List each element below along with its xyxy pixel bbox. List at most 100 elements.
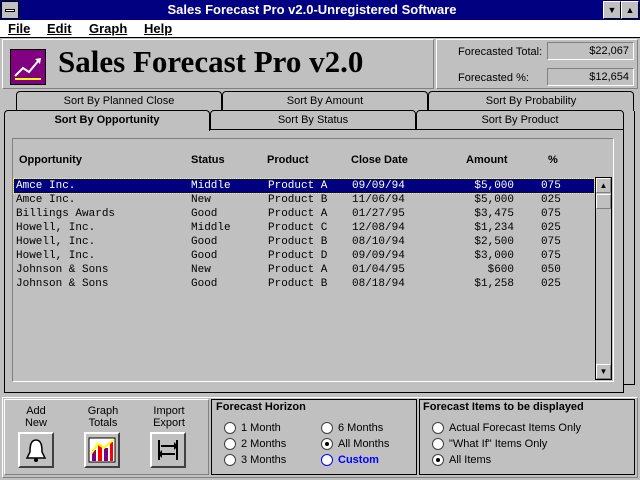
forecast-horizon-title: Forecast Horizon (216, 401, 306, 413)
table-cell: 025 (541, 222, 561, 234)
minimize-button[interactable]: ▼ (603, 1, 621, 19)
menu-help[interactable]: Help (144, 20, 172, 38)
menu-edit[interactable]: Edit (47, 20, 72, 38)
items-all-items-radio[interactable]: All Items (432, 453, 622, 467)
radio-indicator (224, 438, 236, 450)
import-export-label: Import Export (153, 405, 185, 429)
table-cell: Howell, Inc. (16, 250, 96, 262)
table-cell: 025 (541, 194, 561, 206)
radio-indicator-selected (321, 438, 333, 450)
table-cell: $5,000 (474, 180, 514, 192)
table-cell: 075 (541, 180, 561, 192)
table-cell: Amce Inc. (16, 194, 76, 206)
table-row[interactable]: Howell, Inc. Good Product B 08/10/94 $2,500 0… (14, 235, 594, 249)
table-cell: Billings Awards (16, 208, 116, 220)
title-bar: Sales Forecast Pro v2.0-Unregistered Sof… (0, 0, 640, 20)
items-what-if-only-radio[interactable]: "What If" Items Only (432, 437, 622, 451)
tab-sort-by-product[interactable]: Sort By Product (416, 110, 624, 130)
table-cell: 050 (541, 264, 561, 276)
graph-totals-button[interactable] (84, 432, 120, 468)
table-cell: Middle (191, 222, 231, 234)
table-cell: Good (191, 250, 218, 262)
scroll-up-button[interactable]: ▲ (596, 178, 611, 193)
table-cell: Good (191, 236, 218, 248)
tab-sort-by-status[interactable]: Sort By Status (210, 110, 416, 130)
col-header-product[interactable]: Product (267, 154, 309, 166)
table-cell: $5,000 (474, 194, 514, 206)
col-header-opportunity[interactable]: Opportunity (19, 154, 82, 166)
table-row[interactable]: Billings Awards Good Product A 01/27/95 $3,4… (14, 207, 594, 221)
table-cell: 075 (541, 250, 561, 262)
table-cell: 09/09/94 (352, 250, 405, 262)
forecasted-pct-value: $12,654 (547, 68, 634, 86)
table-row[interactable]: Johnson & Sons Good Product B 08/18/94 $1,25… (14, 277, 594, 291)
table-cell: 075 (541, 208, 561, 220)
table-cell: $2,500 (474, 236, 514, 248)
table-cell: 08/10/94 (352, 236, 405, 248)
table-row[interactable]: Johnson & Sons New Product A 01/04/95 $600 05… (14, 263, 594, 277)
radio-indicator (432, 438, 444, 450)
col-header-amount[interactable]: Amount (466, 154, 508, 166)
radio-indicator (432, 422, 444, 434)
table-cell: $600 (487, 264, 514, 276)
opportunity-list[interactable]: Amce Inc. Middle Product A 09/09/94 $5,000 07… (13, 177, 595, 380)
table-cell: Product D (268, 250, 328, 262)
horizon-6-months-radio[interactable]: 6 Months (321, 421, 411, 435)
table-cell: 075 (541, 236, 561, 248)
radio-indicator-selected (432, 454, 444, 466)
items-actual-only-radio[interactable]: Actual Forecast Items Only (432, 421, 622, 435)
tab-sort-by-amount[interactable]: Sort By Amount (222, 91, 428, 111)
horizon-2-months-radio[interactable]: 2 Months (224, 437, 314, 451)
horizon-all-months-radio[interactable]: All Months (321, 437, 411, 451)
back-tab-edge (624, 111, 635, 385)
app-logo-icon (10, 49, 46, 85)
table-cell: $3,475 (474, 208, 514, 220)
table-cell: New (191, 264, 211, 276)
import-export-arrows-icon (158, 440, 178, 460)
table-cell: Product B (268, 278, 328, 290)
app-title: Sales Forecast Pro v2.0 (58, 44, 364, 79)
radio-indicator (321, 422, 333, 434)
table-cell: 01/04/95 (352, 264, 405, 276)
col-header-percent[interactable]: % (548, 154, 558, 166)
horizon-1-month-radio[interactable]: 1 Month (224, 421, 314, 435)
col-header-status[interactable]: Status (191, 154, 225, 166)
list-scrollbar[interactable]: ▲ ▼ (595, 177, 612, 380)
tab-sort-by-planned-close[interactable]: Sort By Planned Close (16, 91, 222, 111)
table-row[interactable]: Amce Inc. New Product B 11/06/94 $5,000 025 (14, 193, 594, 207)
add-new-button[interactable] (18, 432, 54, 468)
table-cell: $3,000 (474, 250, 514, 262)
menu-graph[interactable]: Graph (89, 20, 127, 38)
table-cell: 01/27/95 (352, 208, 405, 220)
system-menu-button[interactable] (1, 1, 19, 19)
table-row[interactable]: Howell, Inc. Middle Product C 12/08/94 $1,23… (14, 221, 594, 235)
table-cell: Amce Inc. (16, 180, 76, 192)
scroll-down-button[interactable]: ▼ (596, 364, 611, 379)
table-cell: 025 (541, 278, 561, 290)
maximize-button[interactable]: ▲ (621, 1, 639, 19)
table-row[interactable]: Amce Inc. Middle Product A 09/09/94 $5,000 07… (13, 178, 595, 194)
import-export-button[interactable] (150, 432, 186, 468)
bar-chart-icon (88, 437, 116, 463)
forecasted-total-value: $22,067 (547, 42, 634, 60)
table-cell: Good (191, 278, 218, 290)
table-cell: Johnson & Sons (16, 278, 109, 290)
add-new-label: Add New (24, 405, 47, 429)
forecast-items-title: Forecast Items to be displayed (423, 401, 584, 413)
menu-file[interactable]: File (8, 20, 30, 38)
table-cell: Product C (268, 222, 328, 234)
horizon-3-months-radio[interactable]: 3 Months (224, 453, 314, 467)
table-cell: Middle (191, 180, 231, 192)
col-header-close-date[interactable]: Close Date (351, 154, 408, 166)
table-cell: $1,258 (474, 278, 514, 290)
tab-sort-by-probability[interactable]: Sort By Probability (428, 91, 634, 111)
table-cell: Product B (268, 236, 328, 248)
table-cell: Product A (268, 180, 328, 192)
horizon-custom-radio[interactable]: Custom (321, 453, 411, 467)
table-cell: 12/08/94 (352, 222, 405, 234)
tab-sort-by-opportunity[interactable]: Sort By Opportunity (4, 110, 210, 131)
table-cell: Howell, Inc. (16, 222, 96, 234)
table-row[interactable]: Howell, Inc. Good Product D 09/09/94 $3,000 0… (14, 249, 594, 263)
scroll-thumb[interactable] (596, 194, 611, 209)
menu-bar: File Edit Graph Help (0, 20, 640, 38)
